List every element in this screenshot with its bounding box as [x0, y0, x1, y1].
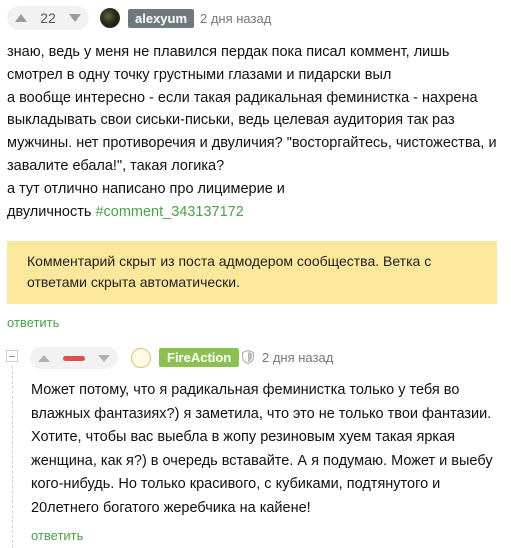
comment-author[interactable]: FireAction [159, 348, 240, 367]
comment-line: завалите ебала!", такая логика? [7, 157, 225, 174]
comment-time[interactable]: 2 дня назад [200, 11, 271, 26]
comment-time[interactable]: 2 дня назад [262, 350, 333, 365]
comment-line: а вообще интересно - если такая радикаль… [7, 89, 478, 106]
comment-line: а тут отлично написано про лицимерие и [7, 180, 285, 197]
negative-score-bar [63, 355, 85, 361]
vote-control: 22 [7, 6, 89, 30]
comment-line: смотрел в одну точку грустными глазами и… [7, 66, 392, 83]
comment-line: мужчины. нет противоречия и двуличия? "в… [7, 135, 497, 152]
comment-line: 20летнего богатого жеребчика на кайене! [31, 499, 311, 516]
comment-line: знаю, ведь у меня не плавился пердак пок… [7, 44, 450, 60]
avatar[interactable] [100, 8, 120, 28]
comment-line: женщина, как я?) в очередь вставайте. А … [31, 452, 493, 469]
comment-line: выкладывать свои сиськи-письки, ведь цел… [7, 112, 455, 129]
comment-score: 22 [40, 10, 56, 26]
comment-link[interactable]: #comment_343137172 [95, 204, 243, 220]
comment-line: Хотите, чтобы вас выебла в жопу резиновы… [31, 429, 455, 445]
hidden-notice: Комментарий скрыт из поста адмодером соо… [7, 241, 497, 304]
comment-body: Может потому, что я радикальная феминист… [31, 379, 506, 520]
reply-button[interactable]: ответить [31, 528, 83, 543]
thread-line[interactable] [12, 366, 14, 548]
avatar[interactable] [131, 348, 151, 368]
downvote-icon[interactable] [98, 354, 110, 362]
shield-icon [242, 350, 254, 364]
reply-button[interactable]: ответить [7, 315, 59, 330]
comment-line-text: двуличность [7, 203, 96, 220]
comment-line: Может потому, что я радикальная феминист… [31, 382, 460, 398]
comment-line: кого-нибудь. Но только красивого, с куби… [31, 476, 441, 492]
collapse-thread-button[interactable] [6, 350, 18, 362]
upvote-icon[interactable] [15, 14, 27, 22]
downvote-icon[interactable] [68, 14, 81, 22]
comment-line: влажных фантазиях?) я заметила, что это … [31, 405, 492, 422]
comment-author[interactable]: alexyum [128, 9, 195, 28]
comment-line: двуличность #comment_343137172 [7, 201, 502, 224]
comment-body: знаю, ведь у меня не плавился пердак пок… [7, 41, 502, 223]
vote-control [30, 347, 118, 369]
upvote-icon[interactable] [38, 354, 50, 362]
